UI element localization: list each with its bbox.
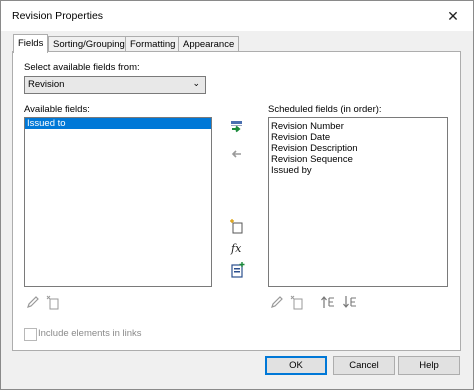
tab-fields[interactable]: Fields [13, 34, 49, 53]
new-parameter-icon[interactable] [229, 218, 245, 234]
source-category-select[interactable]: Revision ⌄ [24, 76, 206, 94]
source-label: Select available fields from: [24, 62, 140, 73]
available-fields-label: Available fields: [24, 104, 90, 115]
combine-parameters-icon[interactable] [229, 262, 245, 278]
list-item[interactable]: Revision Date [269, 132, 447, 143]
move-up-icon[interactable] [320, 294, 336, 310]
help-button[interactable]: Help [398, 356, 460, 375]
list-item[interactable]: Revision Sequence [269, 154, 447, 165]
include-links-label: Include elements in links [38, 328, 142, 339]
window-title: Revision Properties [12, 10, 104, 22]
ok-button[interactable]: OK [265, 356, 327, 375]
source-select-value: Revision [28, 79, 65, 90]
remove-parameter-icon[interactable] [229, 146, 245, 162]
list-item[interactable]: Revision Number [269, 121, 447, 132]
move-down-icon[interactable] [342, 294, 358, 310]
tab-sorting-grouping[interactable]: Sorting/Grouping [48, 36, 130, 52]
chevron-down-icon: ⌄ [192, 78, 200, 88]
tab-appearance[interactable]: Appearance [178, 36, 240, 52]
list-item[interactable]: Revision Description [269, 143, 447, 154]
add-parameter-icon[interactable] [229, 119, 245, 135]
list-item[interactable]: Issued to [25, 118, 211, 129]
scheduled-fields-label: Scheduled fields (in order): [268, 104, 382, 115]
cancel-button[interactable]: Cancel [333, 356, 395, 375]
delete-parameter-icon[interactable] [289, 294, 305, 310]
fx-glyph: fx [230, 242, 242, 255]
tab-formatting[interactable]: Formatting [125, 36, 181, 52]
scheduled-fields-list[interactable]: Revision Number Revision Date Revision D… [268, 117, 448, 287]
title-bar: Revision Properties ✕ [1, 1, 473, 31]
close-icon[interactable]: ✕ [442, 5, 464, 27]
edit-parameter-icon[interactable] [269, 294, 285, 310]
available-fields-list[interactable]: Issued to [24, 117, 212, 287]
delete-parameter-icon[interactable] [45, 294, 61, 310]
list-item[interactable]: Issued by [269, 165, 447, 176]
include-links-checkbox[interactable] [24, 328, 37, 341]
calculated-value-icon[interactable]: fx [229, 240, 245, 256]
edit-parameter-icon[interactable] [25, 294, 41, 310]
